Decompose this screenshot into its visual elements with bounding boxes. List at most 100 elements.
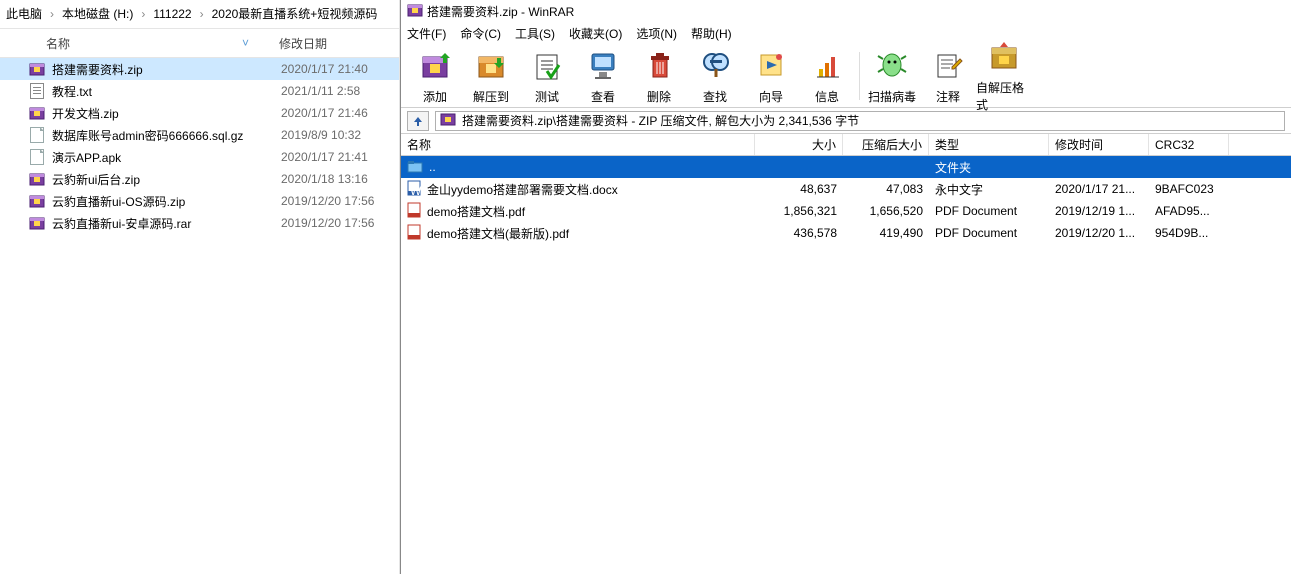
grid-row[interactable]: demo搭建文档(最新版).pdf436,578419,490PDF Docum… — [401, 222, 1291, 244]
file-icon — [28, 149, 46, 165]
toolbar-button[interactable]: 测试 — [519, 47, 575, 105]
explorer-row[interactable]: 演示APP.apk2020/1/17 21:41 — [0, 146, 399, 168]
toolbar-button[interactable]: 解压到 — [463, 47, 519, 105]
grid-row[interactable]: W金山yydemo搭建部署需要文档.docx48,63747,083永中文字20… — [401, 178, 1291, 200]
file-type: 文件夹 — [929, 156, 1049, 178]
file-packed: 47,083 — [843, 178, 929, 200]
file-date: 2019/8/9 10:32 — [281, 128, 399, 142]
menu-item[interactable]: 工具(S) — [515, 25, 555, 42]
breadcrumb-item[interactable]: 111222 — [151, 7, 193, 21]
toolbar-button[interactable]: 自解压格式 — [976, 38, 1032, 113]
archive-icon — [28, 61, 46, 77]
grid-row[interactable]: ..文件夹 — [401, 156, 1291, 178]
pathbar: 搭建需要资料.zip\搭建需要资料 - ZIP 压缩文件, 解包大小为 2,34… — [401, 108, 1291, 134]
file-name: demo搭建文档(最新版).pdf — [427, 225, 569, 242]
col-date[interactable]: 修改时间 — [1049, 134, 1149, 155]
toolbar-button[interactable]: 扫描病毒 — [864, 47, 920, 105]
explorer-row[interactable]: 云豹直播新ui-安卓源码.rar2019/12/20 17:56 — [0, 212, 399, 234]
file-date: 2020/1/17 21:40 — [281, 62, 399, 76]
file-size: 436,578 — [755, 222, 843, 244]
explorer-row[interactable]: 开发文档.zip2020/1/17 21:46 — [0, 102, 399, 124]
archive-icon — [28, 193, 46, 209]
menu-item[interactable]: 命令(C) — [460, 25, 501, 42]
col-size[interactable]: 大小 — [755, 134, 843, 155]
folder-icon — [407, 159, 423, 176]
toolbar-button[interactable]: 查找 — [687, 47, 743, 105]
breadcrumb-item[interactable]: 本地磁盘 (H:) — [60, 7, 135, 21]
explorer-pane: 此电脑›本地磁盘 (H:)›111222›2020最新直播系统+短视频源码 名称… — [0, 0, 400, 574]
toolbar-label: 删除 — [647, 88, 671, 105]
menu-item[interactable]: 帮助(H) — [691, 25, 732, 42]
toolbar-icon — [641, 47, 677, 86]
breadcrumb-item[interactable]: 2020最新直播系统+短视频源码 — [210, 7, 380, 21]
pdf-icon — [407, 202, 421, 221]
toolbar-button[interactable]: 查看 — [575, 47, 631, 105]
toolbar-button[interactable]: 注释 — [920, 47, 976, 105]
up-button[interactable] — [407, 111, 429, 131]
toolbar-icon — [930, 47, 966, 86]
toolbar-button[interactable]: 删除 — [631, 47, 687, 105]
file-icon — [28, 127, 46, 143]
svg-text:W: W — [410, 184, 421, 196]
explorer-row[interactable]: 搭建需要资料.zip2020/1/17 21:40 — [0, 58, 399, 80]
archive-icon — [28, 171, 46, 187]
file-name: 搭建需要资料.zip — [52, 61, 281, 78]
toolbar-button[interactable]: 添加 — [407, 47, 463, 105]
explorer-row[interactable]: 教程.txt2021/1/11 2:58 — [0, 80, 399, 102]
file-date: 2020/1/17 21:41 — [281, 150, 399, 164]
file-type: 永中文字 — [929, 178, 1049, 200]
toolbar-label: 信息 — [815, 88, 839, 105]
file-crc — [1149, 156, 1229, 178]
col-name[interactable]: 名称 — [10, 35, 242, 52]
menu-item[interactable]: 选项(N) — [636, 25, 677, 42]
explorer-columns-header[interactable]: 名称 ˅ 修改日期 — [0, 28, 399, 58]
toolbar-button[interactable]: 信息 — [799, 47, 855, 105]
titlebar: 搭建需要资料.zip - WinRAR — [401, 0, 1291, 22]
toolbar-icon — [417, 47, 453, 86]
toolbar-label: 向导 — [759, 88, 783, 105]
file-name: demo搭建文档.pdf — [427, 203, 525, 220]
explorer-rows: 搭建需要资料.zip2020/1/17 21:40教程.txt2021/1/11… — [0, 58, 399, 574]
path-box[interactable]: 搭建需要资料.zip\搭建需要资料 - ZIP 压缩文件, 解包大小为 2,34… — [435, 111, 1285, 131]
file-date: 2019/12/20 17:56 — [281, 216, 399, 230]
col-crc[interactable]: CRC32 — [1149, 134, 1229, 155]
explorer-row[interactable]: 云豹直播新ui-OS源码.zip2019/12/20 17:56 — [0, 190, 399, 212]
grid-columns-header[interactable]: 名称 大小 压缩后大小 类型 修改时间 CRC32 — [401, 134, 1291, 156]
col-name[interactable]: 名称 — [401, 134, 755, 155]
toolbar-label: 添加 — [423, 88, 447, 105]
file-crc: 9BAFC023 — [1149, 178, 1229, 200]
file-packed — [843, 156, 929, 178]
explorer-row[interactable]: 云豹新ui后台.zip2020/1/18 13:16 — [0, 168, 399, 190]
winrar-window: 搭建需要资料.zip - WinRAR 文件(F) 命令(C) 工具(S) 收藏夹(O… — [400, 0, 1291, 574]
toolbar-label: 注释 — [936, 88, 960, 105]
file-packed: 419,490 — [843, 222, 929, 244]
col-type[interactable]: 类型 — [929, 134, 1049, 155]
menubar: 文件(F) 命令(C) 工具(S) 收藏夹(O) 选项(N) 帮助(H) — [401, 22, 1291, 44]
file-name: 金山yydemo搭建部署需要文档.docx — [427, 181, 618, 198]
toolbar-icon — [874, 47, 910, 86]
file-name: 云豹直播新ui-安卓源码.rar — [52, 215, 281, 232]
toolbar-label: 查看 — [591, 88, 615, 105]
file-date — [1049, 156, 1149, 178]
toolbar-button[interactable]: 向导 — [743, 47, 799, 105]
col-date[interactable]: 修改日期 — [279, 35, 399, 52]
toolbar-label: 解压到 — [473, 88, 509, 105]
breadcrumb-separator-icon: › — [194, 7, 210, 21]
grid-rows: ..文件夹W金山yydemo搭建部署需要文档.docx48,63747,083永… — [401, 156, 1291, 574]
explorer-row[interactable]: 数据库账号admin密码666666.sql.gz2019/8/9 10:32 — [0, 124, 399, 146]
breadcrumb-separator-icon: › — [135, 7, 151, 21]
file-name: 数据库账号admin密码666666.sql.gz — [52, 127, 281, 144]
menu-item[interactable]: 收藏夹(O) — [569, 25, 622, 42]
col-packed[interactable]: 压缩后大小 — [843, 134, 929, 155]
toolbar-label: 扫描病毒 — [868, 88, 916, 105]
breadcrumb[interactable]: 此电脑›本地磁盘 (H:)›111222›2020最新直播系统+短视频源码 — [0, 0, 399, 28]
menu-item[interactable]: 文件(F) — [407, 25, 446, 42]
toolbar-icon — [753, 47, 789, 86]
window-title: 搭建需要资料.zip - WinRAR — [427, 3, 574, 20]
archive-icon — [28, 215, 46, 231]
path-text: 搭建需要资料.zip\搭建需要资料 - ZIP 压缩文件, 解包大小为 2,34… — [462, 112, 859, 129]
file-name: 云豹直播新ui-OS源码.zip — [52, 193, 281, 210]
grid-row[interactable]: demo搭建文档.pdf1,856,3211,656,520PDF Docume… — [401, 200, 1291, 222]
file-type: PDF Document — [929, 200, 1049, 222]
breadcrumb-item[interactable]: 此电脑 — [4, 7, 44, 21]
